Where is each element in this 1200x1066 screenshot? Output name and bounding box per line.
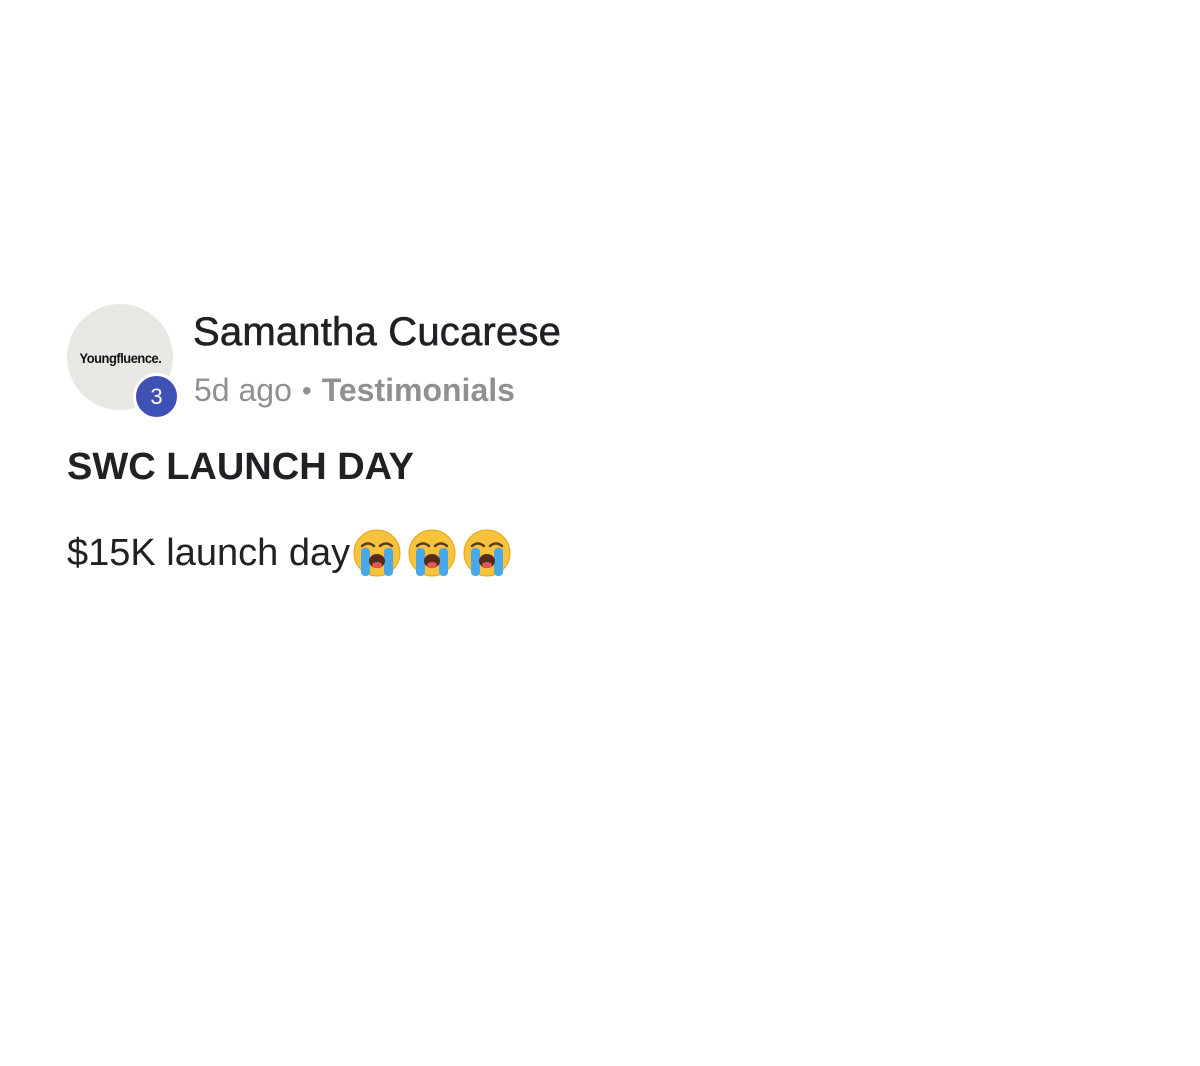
loudly-crying-face-icon <box>353 529 401 577</box>
post-body: $15K launch day <box>67 528 517 578</box>
author-name[interactable]: Samantha Cucarese <box>193 310 561 355</box>
category-link[interactable]: Testimonials <box>322 372 515 409</box>
avatar-logo-text: Youngfluence. <box>79 349 161 366</box>
post-body-text: $15K launch day <box>67 531 351 574</box>
emoji-row <box>352 528 517 578</box>
post-meta: 5d ago • Testimonials <box>194 372 515 409</box>
level-badge: 3 <box>133 373 180 420</box>
loudly-crying-face-icon <box>408 529 456 577</box>
loudly-crying-face-icon <box>463 529 511 577</box>
post-title: SWC LAUNCH DAY <box>67 446 414 488</box>
post-header: Youngfluence. 3 Samantha Cucarese 5d ago… <box>67 304 1067 420</box>
post-card: Youngfluence. 3 Samantha Cucarese 5d ago… <box>67 304 1067 577</box>
post-time: 5d ago <box>194 372 292 408</box>
meta-separator: • <box>301 374 312 406</box>
